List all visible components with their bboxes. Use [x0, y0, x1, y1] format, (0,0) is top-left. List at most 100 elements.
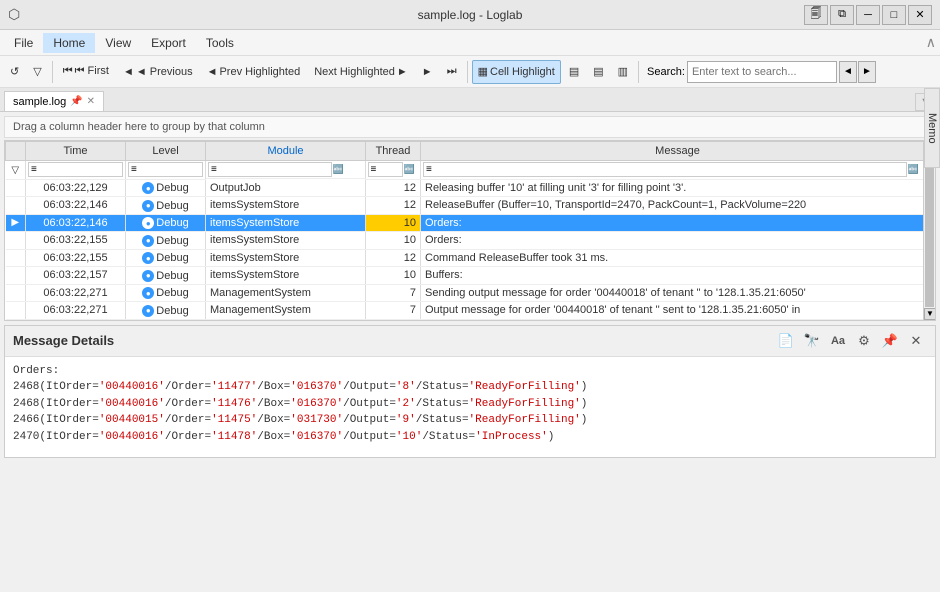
restore-button[interactable]: ⧉ [830, 5, 854, 25]
last-icon: ⏭ [447, 65, 457, 78]
settings-button[interactable]: ⚙ [853, 330, 875, 352]
tab-close-button[interactable]: ✕ [87, 96, 95, 107]
filter-module[interactable] [208, 162, 332, 177]
row-check[interactable] [6, 302, 26, 320]
row-thread: 12 [366, 249, 421, 267]
row-thread: 12 [366, 179, 421, 197]
next-highlighted-icon: ► [397, 66, 408, 78]
row-module: itemsSystemStore [206, 249, 366, 267]
row-check[interactable] [6, 179, 26, 197]
col-header-module[interactable]: Module [206, 142, 366, 161]
prev-highlighted-button[interactable]: ◄ Prev Highlighted [201, 60, 307, 84]
filter-level[interactable] [128, 162, 203, 177]
copy-button[interactable]: 📄 [775, 330, 797, 352]
table-row[interactable]: 06:03:22,271●DebugManagementSystem7Sendi… [6, 284, 935, 302]
table-row[interactable]: 06:03:22,157●DebugitemsSystemStore10Buff… [6, 267, 935, 285]
first-button[interactable]: ⏮ ⏮ First [57, 60, 115, 84]
col-header-check[interactable] [6, 142, 26, 161]
maximize-button[interactable]: □ [882, 5, 906, 25]
col-header-time[interactable]: Time [26, 142, 126, 161]
col-highlight-button[interactable]: ▤ [563, 60, 585, 84]
search-prev-button[interactable]: ◄ [839, 61, 857, 83]
table-row[interactable]: 06:03:22,146●DebugitemsSystemStore12Rele… [6, 197, 935, 215]
close-button[interactable]: ✕ [908, 5, 932, 25]
sample-log-tab[interactable]: sample.log 📌 ✕ [4, 91, 104, 111]
separator-3 [638, 61, 639, 83]
table-row[interactable]: 06:03:22,155●DebugitemsSystemStore12Comm… [6, 249, 935, 267]
row-check[interactable] [6, 267, 26, 285]
title-bar: ⬡ sample.log - Loglab 🗐 ⧉ ─ □ ✕ [0, 0, 940, 30]
row-module: ManagementSystem [206, 284, 366, 302]
menu-view[interactable]: View [95, 33, 141, 53]
row-thread: 7 [366, 302, 421, 320]
row-highlight-icon: ▤ [593, 65, 603, 78]
row-time: 06:03:22,271 [26, 302, 126, 320]
cell-highlight-button[interactable]: ▦ Cell Highlight [472, 60, 561, 84]
prev-button[interactable]: ◄ ◄ Previous [117, 60, 199, 84]
row-thread: 12 [366, 197, 421, 215]
pin-button[interactable]: 🗐 [804, 5, 828, 25]
col-header-level[interactable]: Level [126, 142, 206, 161]
thread-filter-icon: 🔤 [404, 164, 415, 175]
row-message: Releasing buffer '10' at filling unit '3… [421, 179, 935, 197]
pin-details-button[interactable]: 📌 [879, 330, 901, 352]
col-header-message[interactable]: Message [421, 142, 935, 161]
menu-file[interactable]: File [4, 33, 43, 53]
row-check[interactable] [6, 197, 26, 215]
msg-line-1: Orders: [13, 363, 927, 380]
filter-message[interactable] [423, 162, 907, 177]
next-button[interactable]: ► [416, 60, 439, 84]
row-check[interactable]: ▶ [6, 214, 26, 232]
scroll-thumb[interactable] [925, 154, 934, 307]
minimize-button[interactable]: ─ [856, 5, 880, 25]
row-module: ManagementSystem [206, 302, 366, 320]
tab-pin-icon[interactable]: 📌 [70, 96, 82, 107]
row-check[interactable] [6, 249, 26, 267]
col-header-thread[interactable]: Thread [366, 142, 421, 161]
row-level: ●Debug [126, 302, 206, 320]
msg-line-2: 2468(ItOrder='00440016'/Order='11477'/Bo… [13, 379, 927, 396]
row-module: itemsSystemStore [206, 197, 366, 215]
filter-check-icon: ▽ [11, 165, 19, 176]
filter-thread[interactable] [368, 162, 403, 177]
table-row[interactable]: 06:03:22,155●DebugitemsSystemStore10Orde… [6, 232, 935, 250]
close-details-button[interactable]: ✕ [905, 330, 927, 352]
menu-tools[interactable]: Tools [196, 33, 244, 53]
scroll-down-button[interactable]: ▼ [924, 308, 936, 320]
grid-button[interactable]: ▥ [612, 60, 634, 84]
menu-collapse[interactable]: ∧ [926, 34, 936, 51]
next-icon: ► [422, 66, 433, 78]
message-filter-icon: 🔤 [908, 164, 919, 175]
row-check[interactable] [6, 232, 26, 250]
search-input[interactable] [687, 61, 837, 83]
menu-home[interactable]: Home [43, 33, 95, 53]
row-level: ●Debug [126, 267, 206, 285]
filter-button[interactable]: ▽ [27, 60, 47, 84]
font-button[interactable]: Aa [827, 330, 849, 352]
col-highlight-icon: ▤ [569, 65, 579, 78]
row-module: itemsSystemStore [206, 214, 366, 232]
message-details-tools: 📄 🔭 Aa ⚙ 📌 ✕ [775, 330, 927, 352]
msg-line-3: 2468(ItOrder='00440016'/Order='11476'/Bo… [13, 396, 927, 413]
filter-time[interactable] [28, 162, 123, 177]
last-button[interactable]: ⏭ [441, 60, 463, 84]
msg-line-4: 2466(ItOrder='00440015'/Order='11475'/Bo… [13, 412, 927, 429]
find-button[interactable]: 🔭 [801, 330, 823, 352]
first-icon: ⏮ [63, 65, 73, 78]
message-details-content: Orders: 2468(ItOrder='00440016'/Order='1… [5, 357, 935, 457]
table-row[interactable]: 06:03:22,271●DebugManagementSystem7Outpu… [6, 302, 935, 320]
filter-row: ▽ 🔤 🔤 [6, 161, 935, 180]
table-row[interactable]: 06:03:22,129●DebugOutputJob12Releasing b… [6, 179, 935, 197]
table-row[interactable]: ▶06:03:22,146●DebugitemsSystemStore10Ord… [6, 214, 935, 232]
next-highlighted-button[interactable]: Next Highlighted ► [308, 60, 414, 84]
row-module: itemsSystemStore [206, 267, 366, 285]
search-next-button[interactable]: ► [858, 61, 876, 83]
memo-tab[interactable]: Memo [924, 88, 940, 168]
table-header-row: Time Level Module Thread Message [6, 142, 935, 161]
prev-highlighted-icon: ◄ [207, 66, 218, 78]
menu-export[interactable]: Export [141, 33, 196, 53]
row-highlight-button[interactable]: ▤ [587, 60, 609, 84]
row-check[interactable] [6, 284, 26, 302]
refresh-icon: ↺ [10, 65, 19, 78]
refresh-button[interactable]: ↺ [4, 60, 25, 84]
